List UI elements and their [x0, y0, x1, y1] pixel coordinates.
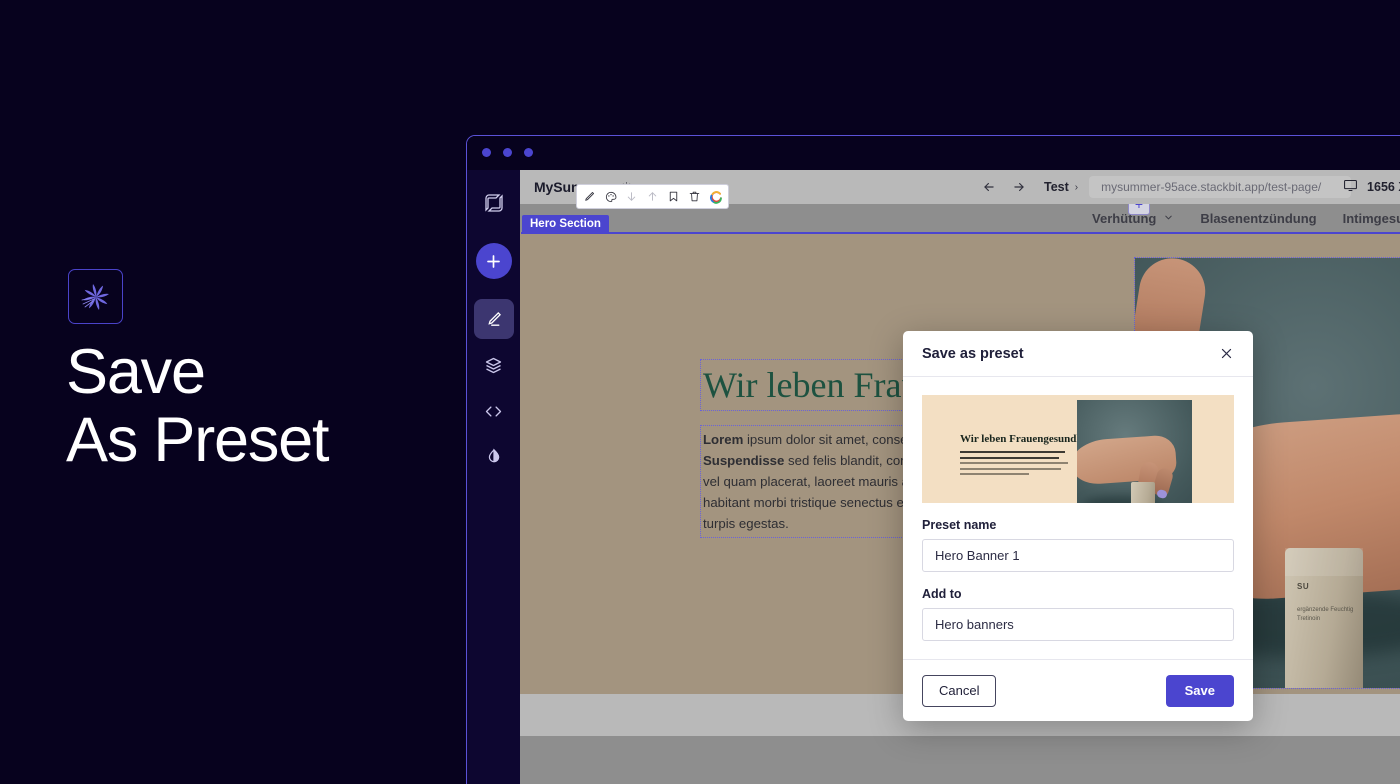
product-label: SU — [1297, 582, 1310, 591]
delete-trash-icon[interactable] — [684, 186, 705, 207]
save-preset-bookmark-icon[interactable] — [663, 186, 684, 207]
modal-footer: Cancel Save — [903, 659, 1253, 721]
hero-body-run-2: Suspendisse — [703, 453, 785, 468]
nav-item-intimgesundheit[interactable]: Intimgesundheit — [1343, 211, 1400, 226]
stackbit-logo-icon[interactable] — [474, 183, 514, 223]
monitor-icon — [1343, 178, 1358, 196]
preview-line — [960, 473, 1030, 475]
sidebar-item-theme[interactable] — [474, 437, 514, 477]
preview-bottle — [1131, 482, 1155, 503]
modal-title: Save as preset — [922, 345, 1024, 362]
section-label: Hero Section — [522, 215, 609, 234]
element-toolbar — [576, 184, 729, 209]
save-as-preset-modal: Save as preset Wir leben Frauengesundhei… — [903, 331, 1253, 721]
stackbit-pinwheel-icon — [68, 269, 123, 324]
modal-body: Wir leben Frauengesundheit. Preset name … — [903, 377, 1253, 659]
forward-button[interactable] — [1005, 175, 1033, 199]
product-bottle: SU ergänzende Feuchtig Tretinoin 50 ml — [1285, 548, 1363, 688]
browser-titlebar — [467, 136, 1400, 170]
sidebar-item-add[interactable] — [475, 243, 512, 279]
breadcrumb[interactable]: Test › — [1035, 176, 1087, 198]
contentful-icon[interactable] — [705, 186, 726, 207]
preview-body-lines — [960, 451, 1072, 479]
viewport-info[interactable]: 1656 X 946 — [1343, 170, 1400, 204]
move-down-icon — [621, 186, 642, 207]
cancel-button[interactable]: Cancel — [922, 674, 997, 707]
add-to-input[interactable]: Hero banners — [922, 608, 1234, 641]
modal-header: Save as preset — [903, 331, 1253, 377]
preview-line — [960, 462, 1068, 464]
maximize-dot[interactable] — [524, 148, 533, 157]
nav-cluster: Test › mysummer-95ace.stackbit.app/test-… — [975, 170, 1352, 204]
back-button[interactable] — [975, 175, 1003, 199]
minimize-dot[interactable] — [503, 148, 512, 157]
theme-palette-icon[interactable] — [600, 186, 621, 207]
preview-line — [960, 451, 1066, 453]
hero-body-run-0: Lorem — [703, 432, 744, 447]
edit-icon[interactable] — [579, 186, 600, 207]
product-lines: ergänzende Feuchtig Tretinoin — [1297, 607, 1354, 622]
close-dot[interactable] — [482, 148, 491, 157]
chevron-down-icon — [1163, 211, 1174, 226]
url-input[interactable]: mysummer-95ace.stackbit.app/test-page/ — [1089, 176, 1352, 198]
page-title: Save As Preset — [66, 337, 330, 475]
nav-item-blasenentzuendung[interactable]: Blasenentzündung — [1200, 211, 1316, 226]
editor-sidebar — [467, 170, 520, 784]
hero-panel: Save As Preset — [0, 0, 466, 784]
viewport-size: 1656 X 946 — [1367, 180, 1400, 194]
preset-name-label: Preset name — [922, 518, 997, 532]
sidebar-item-code[interactable] — [474, 391, 514, 431]
bottle-cap — [1285, 548, 1363, 576]
preview-line — [960, 456, 1059, 459]
close-icon[interactable] — [1219, 346, 1234, 361]
sidebar-item-edit[interactable] — [473, 299, 514, 339]
save-button[interactable]: Save — [1165, 674, 1234, 707]
add-section-top-button[interactable]: + — [1128, 204, 1150, 215]
breadcrumb-label: Test — [1044, 180, 1069, 194]
move-up-icon — [642, 186, 663, 207]
preset-preview-thumbnail: Wir leben Frauengesundheit. — [922, 395, 1234, 503]
add-to-label: Add to — [922, 587, 962, 601]
preview-image — [1077, 400, 1192, 503]
chevron-right-icon: › — [1074, 181, 1079, 193]
traffic-lights — [482, 148, 533, 157]
preset-name-input[interactable]: Hero Banner 1 — [922, 539, 1234, 572]
preview-line — [960, 467, 1061, 470]
screenshot-root: Save As Preset MySummer Test › mysummer-… — [0, 0, 1400, 784]
sidebar-item-layers[interactable] — [474, 345, 514, 385]
